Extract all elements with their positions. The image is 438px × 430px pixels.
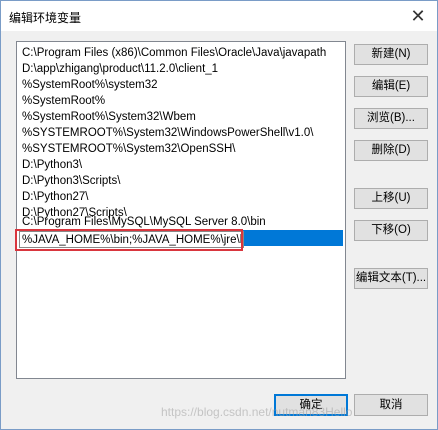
path-listbox[interactable]: C:\Program Files (x86)\Common Files\Orac…	[16, 41, 346, 379]
watermark-text: https://blog.csdn.net/nutman83Hello	[161, 405, 353, 419]
list-item[interactable]: %SystemRoot%\system32	[19, 77, 343, 93]
new-button[interactable]: 新建(N)	[354, 44, 428, 65]
title-bar: 编辑环境变量 ✕	[1, 1, 437, 31]
list-item[interactable]: %SYSTEMROOT%\System32\WindowsPowerShell\…	[19, 125, 343, 141]
edit-button[interactable]: 编辑(E)	[354, 76, 428, 97]
list-item[interactable]: %SystemRoot%\System32\Wbem	[19, 109, 343, 125]
move-up-button[interactable]: 上移(U)	[354, 188, 428, 209]
list-item[interactable]: %SYSTEMROOT%\System32\OpenSSH\	[19, 141, 343, 157]
close-icon[interactable]: ✕	[405, 3, 431, 29]
cancel-button[interactable]: 取消	[354, 394, 428, 416]
dialog-title: 编辑环境变量	[9, 11, 82, 25]
edit-text-button[interactable]: 编辑文本(T)...	[354, 268, 428, 289]
list-item[interactable]: D:\app\zhigang\product\11.2.0\client_1	[19, 61, 343, 77]
list-item[interactable]: D:\Python27\	[19, 189, 343, 205]
list-item[interactable]: D:\Python3\Scripts\	[19, 173, 343, 189]
edit-env-var-dialog: 编辑环境变量 ✕ C:\Program Files (x86)\Common F…	[0, 0, 438, 430]
list-item[interactable]: %SystemRoot%	[19, 93, 343, 109]
list-item[interactable]: C:\Program Files\MySQL\MySQL Server 8.0\…	[19, 214, 343, 230]
move-down-button[interactable]: 下移(O)	[354, 220, 428, 241]
list-item[interactable]: C:\Program Files (x86)\Common Files\Orac…	[19, 45, 343, 61]
browse-button[interactable]: 浏览(B)...	[354, 108, 428, 129]
path-edit-field[interactable]	[19, 231, 244, 248]
list-item[interactable]: D:\Python3\	[19, 157, 343, 173]
delete-button[interactable]: 删除(D)	[354, 140, 428, 161]
